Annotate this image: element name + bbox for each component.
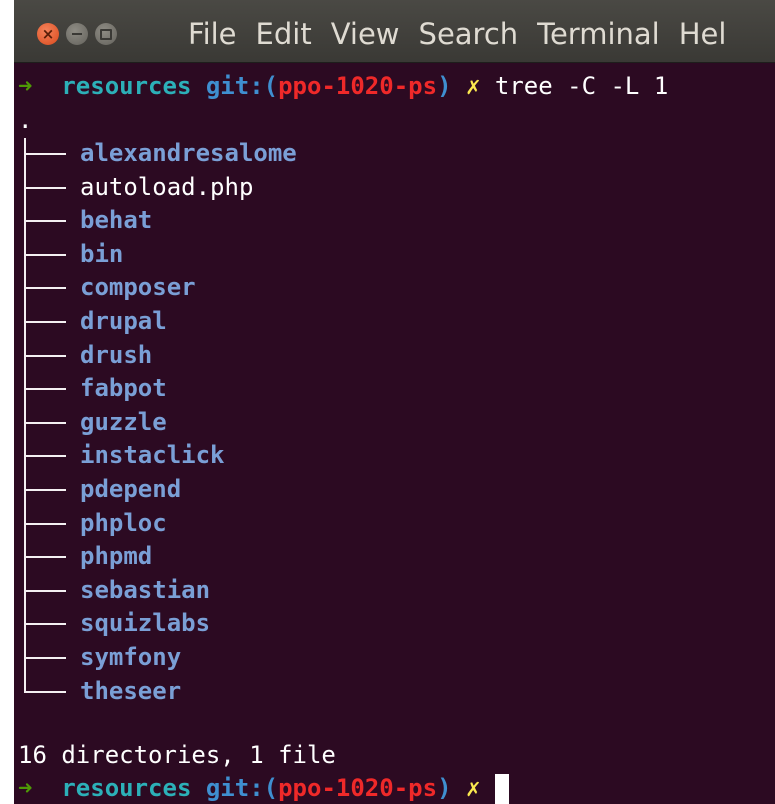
- terminal-window[interactable]: × File Edit View Search Terminal Hel ➜ r…: [14, 0, 775, 804]
- tree-branch-line: [24, 691, 66, 693]
- tree-entry-directory: phploc: [80, 509, 167, 537]
- prompt-line-2[interactable]: ➜ resources git:(ppo-1020-ps) ✗: [18, 772, 509, 804]
- tree-entry-directory: theseer: [80, 677, 182, 705]
- tree-entry-directory: symfony: [80, 643, 182, 671]
- close-button[interactable]: ×: [37, 23, 59, 45]
- prompt-cwd: resources: [61, 72, 192, 100]
- tree-branch-line: [24, 254, 66, 256]
- prompt-dirty-mark: ✗: [465, 72, 481, 100]
- tree-entry-directory: bin: [80, 240, 124, 268]
- tree-entry-directory: pdepend: [80, 475, 182, 503]
- title-bar: × File Edit View Search Terminal Hel: [14, 0, 775, 63]
- tree-branch-line: [24, 623, 66, 625]
- tree-branch-line: [24, 657, 66, 659]
- tree-branch-line: [24, 523, 66, 525]
- tree-entry-directory: composer: [80, 273, 196, 301]
- menu-file[interactable]: File: [188, 14, 237, 54]
- tree-entry-directory: behat: [80, 206, 153, 234]
- tree-entry-directory: squizlabs: [80, 609, 211, 637]
- close-icon: ×: [41, 25, 55, 43]
- tree-entry-directory: drush: [80, 341, 153, 369]
- menu-bar: File Edit View Search Terminal Hel: [188, 14, 745, 54]
- command-text: tree -C -L 1: [494, 72, 669, 100]
- tree-branch-line: [24, 590, 66, 592]
- menu-view[interactable]: View: [331, 14, 400, 54]
- tree-branch-line: [24, 455, 66, 457]
- prompt-git-close: ): [437, 774, 452, 802]
- menu-search[interactable]: Search: [419, 14, 519, 54]
- tree-entry-directory: sebastian: [80, 576, 211, 604]
- menu-help[interactable]: Hel: [679, 14, 727, 54]
- tree-entry-directory: alexandresalome: [80, 139, 297, 167]
- tree-entry-directory: instaclick: [80, 441, 225, 469]
- summary-line: 16 directories, 1 file: [18, 741, 336, 769]
- text-cursor: [494, 774, 509, 804]
- maximize-icon: [100, 28, 112, 40]
- prompt-git-label: git:(: [205, 774, 279, 802]
- prompt-git-close: ): [437, 72, 452, 100]
- tree-branch-line: [24, 388, 66, 390]
- tree-branch-line: [24, 287, 66, 289]
- maximize-button[interactable]: [95, 23, 117, 45]
- tree-root: .: [18, 106, 33, 134]
- prompt-arrow-icon: ➜: [18, 72, 33, 100]
- tree-entry-file: autoload.php: [80, 173, 254, 201]
- tree-branch-line: [24, 422, 66, 424]
- tree-branch-line: [24, 220, 66, 222]
- menu-terminal[interactable]: Terminal: [537, 14, 660, 54]
- prompt-cwd: resources: [61, 774, 192, 802]
- tree-branch-line: [24, 556, 66, 558]
- tree-entry-directory: fabpot: [80, 374, 167, 402]
- minimize-icon: [72, 33, 82, 35]
- tree-entry-directory: phpmd: [80, 542, 153, 570]
- tree-branch-line: [24, 187, 66, 189]
- prompt-git-label: git:(: [205, 72, 279, 100]
- menu-edit[interactable]: Edit: [256, 14, 312, 54]
- prompt-dirty-mark: ✗: [465, 774, 481, 802]
- tree-branch-line: [24, 321, 66, 323]
- tree-branch-line: [24, 153, 66, 155]
- tree-entry-directory: drupal: [80, 307, 167, 335]
- tree-branch-line: [24, 489, 66, 491]
- prompt-branch: ppo-1020-ps: [278, 72, 438, 100]
- minimize-button[interactable]: [66, 23, 88, 45]
- prompt-branch: ppo-1020-ps: [278, 774, 438, 802]
- tree-entry-directory: guzzle: [80, 408, 167, 436]
- tree-branch-line: [24, 355, 66, 357]
- prompt-arrow-icon: ➜: [18, 774, 33, 802]
- prompt-line-1: ➜ resources git:(ppo-1020-ps) ✗ tree -C …: [18, 70, 668, 103]
